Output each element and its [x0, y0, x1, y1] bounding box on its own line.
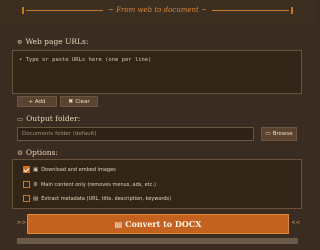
option-main-content[interactable]: ⚙ Main content only (removes menus, ads,… [23, 181, 156, 188]
right-arrow-decoration: << [291, 220, 301, 226]
output-label: ▭ Output folder: [17, 114, 80, 123]
output-label-text: Output folder: [26, 114, 81, 123]
clear-button[interactable]: ✖ Clear [60, 96, 98, 107]
header-subtitle: ~ From web to document ~ [108, 6, 207, 14]
convert-button[interactable]: ▤ Convert to DOCX [27, 214, 289, 234]
globe-icon: ⊕ [17, 37, 23, 46]
settings-icon: ⚙ [33, 181, 38, 188]
convert-button-label: Convert to DOCX [125, 219, 202, 229]
options-label-text: Options: [25, 148, 58, 157]
main-content-checkbox[interactable] [23, 181, 30, 188]
divider-line [211, 9, 289, 11]
image-icon: ▣ [33, 166, 39, 173]
option-label: Download and embed images [41, 166, 116, 173]
option-embed-images[interactable]: ▣ Download and embed images [23, 166, 116, 173]
divider-endcap [22, 6, 24, 14]
options-label: ⚙ Options: [17, 148, 58, 157]
document-icon: ▤ [114, 219, 123, 229]
output-folder-input[interactable]: Documents folder (default) [17, 127, 254, 141]
gear-icon: ⚙ [17, 148, 23, 157]
output-folder-value: Documents folder (default) [22, 131, 97, 137]
header-bar: ~ From web to document ~ [0, 0, 315, 24]
add-button[interactable]: + Add [17, 96, 57, 107]
option-label: Main content only (removes menus, ads, e… [40, 181, 156, 188]
divider-line [26, 9, 104, 11]
header-divider: ~ From web to document ~ [20, 3, 295, 17]
option-label: Extract metadata (URL, title, descriptio… [41, 195, 172, 202]
divider-endcap [291, 6, 293, 14]
left-arrow-decoration: >> [17, 220, 27, 226]
embed-images-checkbox[interactable] [23, 166, 30, 173]
close-icon: ✖ [68, 98, 74, 105]
urls-placeholder: • Type or paste URLs here (one per line) [19, 57, 152, 63]
urls-label-text: Web page URLs: [25, 37, 89, 46]
urls-label: ⊕ Web page URLs: [17, 37, 88, 46]
browse-button-label: Browse [272, 131, 293, 137]
document-icon: ▤ [33, 195, 39, 202]
progress-bar [17, 238, 298, 244]
browse-button[interactable]: ▭ Browse [261, 127, 297, 141]
option-metadata[interactable]: ▤ Extract metadata (URL, title, descript… [23, 195, 171, 202]
clear-button-label: Clear [75, 98, 90, 105]
folder-icon: ▭ [17, 114, 24, 123]
metadata-checkbox[interactable] [23, 195, 30, 202]
add-button-label: + Add [28, 98, 46, 105]
folder-icon: ▭ [265, 131, 271, 137]
options-panel: ▣ Download and embed images ⚙ Main conte… [12, 159, 302, 209]
urls-textarea[interactable]: • Type or paste URLs here (one per line) [12, 50, 302, 94]
